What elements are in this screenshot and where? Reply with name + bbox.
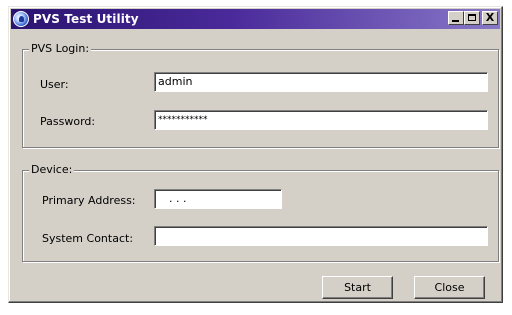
start-button[interactable]: Start: [322, 276, 393, 299]
system-contact-label: System Contact:: [42, 232, 134, 245]
close-window-button[interactable]: X: [482, 11, 498, 25]
window-controls: X: [448, 11, 498, 25]
device-legend: Device:: [29, 163, 75, 177]
device-group: Device:: [22, 163, 499, 262]
user-field[interactable]: admin: [154, 72, 488, 92]
title-bar[interactable]: PVS Test Utility X: [11, 9, 500, 29]
minimize-icon: [452, 20, 459, 22]
app-icon[interactable]: [13, 11, 29, 27]
pvs-login-group: PVS Login:: [22, 42, 499, 148]
primary-address-field[interactable]: . . .: [154, 189, 282, 209]
maximize-button[interactable]: [464, 11, 480, 25]
close-button[interactable]: Close: [414, 276, 485, 299]
minimize-button[interactable]: [448, 11, 464, 25]
primary-address-label: Primary Address:: [42, 194, 136, 207]
maximize-icon: [468, 14, 476, 21]
password-field[interactable]: ***********: [154, 110, 488, 130]
user-label: User:: [40, 78, 69, 91]
pvs-login-legend: PVS Login:: [29, 42, 92, 56]
close-icon: X: [485, 11, 495, 24]
pvs-test-utility-window: PVS Test Utility X PVS Login: User: admi…: [8, 6, 503, 303]
system-contact-field[interactable]: [154, 226, 488, 246]
window-title: PVS Test Utility: [33, 12, 139, 26]
password-label: Password:: [40, 115, 96, 128]
